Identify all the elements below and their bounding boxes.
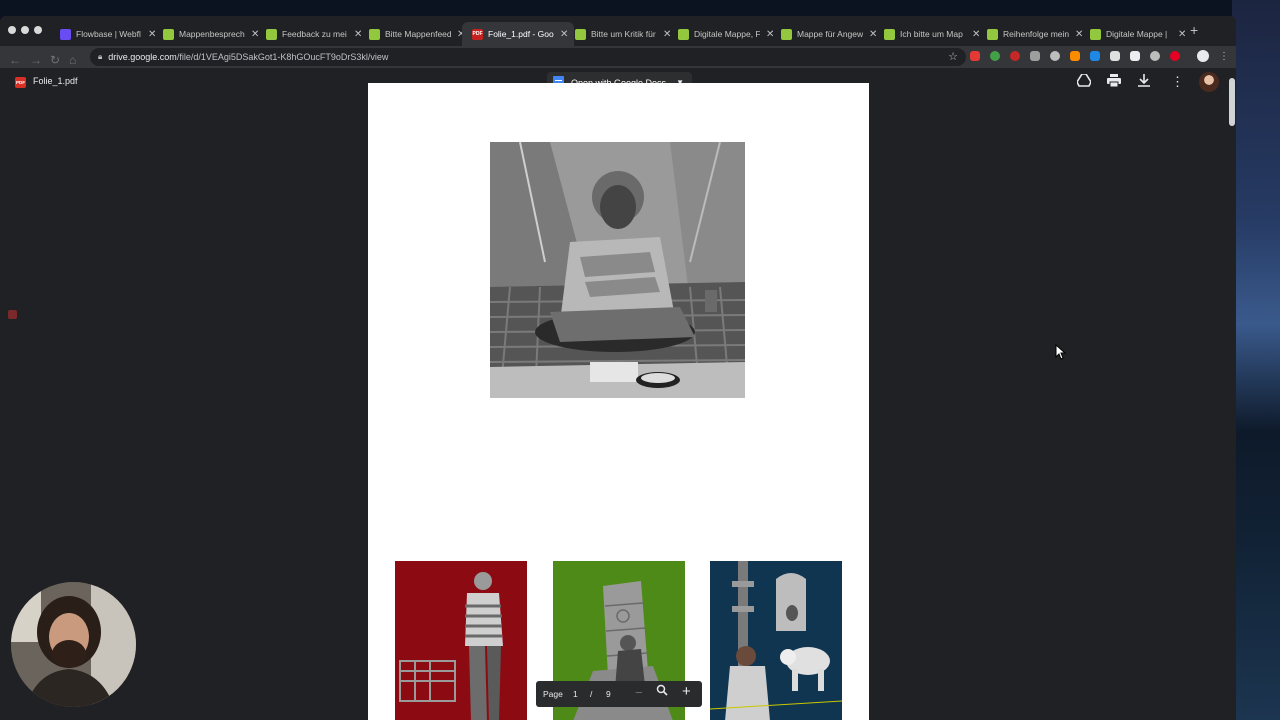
tab-title: Feedback zu mei xyxy=(282,29,347,39)
extension-icon[interactable] xyxy=(1150,51,1160,61)
shop-icon xyxy=(266,28,277,40)
more-options-icon[interactable]: ⋮ xyxy=(1171,74,1184,90)
pdf-icon: PDF xyxy=(15,77,26,88)
new-tab-button[interactable]: + xyxy=(1190,22,1198,38)
zoom-icon[interactable] xyxy=(656,684,668,698)
menu-icon[interactable]: ⋮ xyxy=(1219,51,1229,62)
artwork-main-image xyxy=(490,142,745,398)
shop-icon xyxy=(1090,28,1101,40)
scrollbar[interactable] xyxy=(1229,78,1235,126)
url-text: drive.google.com/file/d/1VEAgi5DSakGot1-… xyxy=(108,52,389,62)
zoom-in-button[interactable]: + xyxy=(682,683,691,700)
extension-icon[interactable] xyxy=(1130,51,1140,61)
avatar[interactable] xyxy=(1199,72,1219,92)
shop-icon xyxy=(575,28,586,40)
tab-title: Bitte Mappenfeed xyxy=(385,29,451,39)
extension-icon[interactable] xyxy=(970,51,980,61)
tab-title: Mappe für Angew xyxy=(797,29,863,39)
tab-title: Digitale Mappe | xyxy=(1106,29,1168,39)
print-icon[interactable] xyxy=(1107,74,1121,90)
file-name: Folie_1.pdf xyxy=(33,76,78,86)
total-pages: 9 xyxy=(606,689,611,699)
reload-icon[interactable]: ↻ xyxy=(50,53,60,67)
lock-icon: 🔒︎ xyxy=(98,52,103,61)
tab-reihenfolge[interactable]: Reihenfolge mein ✕ xyxy=(977,22,1089,46)
extension-icon[interactable] xyxy=(1090,51,1100,61)
webcam-overlay xyxy=(11,582,136,707)
shop-icon xyxy=(678,28,689,40)
tab-digitale-mappe[interactable]: Digitale Mappe, F ✕ xyxy=(668,22,780,46)
camera-icon[interactable] xyxy=(1110,51,1120,61)
tab-feedback[interactable]: Feedback zu mei ✕ xyxy=(256,22,368,46)
tab-kritik[interactable]: Bitte um Kritik für ✕ xyxy=(565,22,677,46)
back-icon[interactable]: ← xyxy=(9,53,21,67)
tab-flowbase[interactable]: Flowbase | Webfl ✕ xyxy=(50,22,162,46)
tab-title: Folie_1.pdf - Goo xyxy=(488,29,554,39)
desktop-background xyxy=(1232,0,1280,720)
zoom-out-button[interactable]: − xyxy=(635,685,643,700)
close-tab-icon[interactable]: ✕ xyxy=(1178,29,1186,40)
page-separator: / xyxy=(590,689,593,699)
pinterest-icon[interactable] xyxy=(1170,51,1180,61)
mouse-cursor-icon xyxy=(1055,344,1067,360)
page-label: Page xyxy=(543,689,563,699)
tab-strip: Flowbase | Webfl ✕ Mappenbesprech ✕ Feed… xyxy=(0,16,1236,46)
gear-icon[interactable] xyxy=(1050,51,1060,61)
pdf-icon: PDF xyxy=(472,28,483,40)
shop-icon xyxy=(884,28,895,40)
maximize-window-button[interactable] xyxy=(34,26,42,34)
side-marker xyxy=(8,310,17,319)
forward-icon[interactable]: → xyxy=(30,53,42,67)
bookmark-star-icon[interactable]: ☆ xyxy=(948,50,958,63)
tab-title: Digitale Mappe, F xyxy=(694,29,760,39)
tab-mappenbesprechung[interactable]: Mappenbesprech ✕ xyxy=(153,22,265,46)
shop-icon xyxy=(781,28,792,40)
address-bar[interactable]: 🔒︎ drive.google.com/file/d/1VEAgi5DSakGo… xyxy=(90,48,966,66)
extension-icon[interactable] xyxy=(1010,51,1020,61)
minimize-window-button[interactable] xyxy=(21,26,29,34)
shop-icon xyxy=(369,28,380,40)
tab-title: Flowbase | Webfl xyxy=(76,29,141,39)
tab-title: Reihenfolge mein xyxy=(1003,29,1069,39)
flowbase-icon xyxy=(60,28,71,40)
add-to-drive-icon[interactable] xyxy=(1076,73,1092,90)
home-icon[interactable]: ⌂ xyxy=(69,53,76,67)
close-window-button[interactable] xyxy=(8,26,16,34)
tab-title: Bitte um Kritik für xyxy=(591,29,656,39)
tab-title: Mappenbesprech xyxy=(179,29,245,39)
tab-bitte-um-mappe[interactable]: Ich bitte um Map ✕ xyxy=(874,22,986,46)
tab-mappe-angewandte[interactable]: Mappe für Angew ✕ xyxy=(771,22,883,46)
profile-icon[interactable] xyxy=(1197,50,1209,62)
pdf-page xyxy=(368,83,869,720)
page-navigator: Page 1 / 9 − + xyxy=(536,681,702,707)
tab-title: Ich bitte um Map xyxy=(900,29,963,39)
tab-mappenfeedback[interactable]: Bitte Mappenfeed ✕ xyxy=(359,22,471,46)
current-page-input[interactable]: 1 xyxy=(573,689,578,699)
artwork-thumbnail-red xyxy=(395,561,527,720)
tab-folie-pdf[interactable]: PDF Folie_1.pdf - Goo ✕ xyxy=(462,22,575,46)
shop-icon xyxy=(987,28,998,40)
extension-icon[interactable] xyxy=(990,51,1000,61)
tab-digitale-mappe-2[interactable]: Digitale Mappe | ✕ xyxy=(1080,22,1192,46)
artwork-thumbnail-blue xyxy=(710,561,842,720)
extension-icon[interactable] xyxy=(1030,51,1040,61)
shop-icon xyxy=(163,28,174,40)
download-icon[interactable] xyxy=(1138,74,1150,90)
rss-icon[interactable] xyxy=(1070,51,1080,61)
